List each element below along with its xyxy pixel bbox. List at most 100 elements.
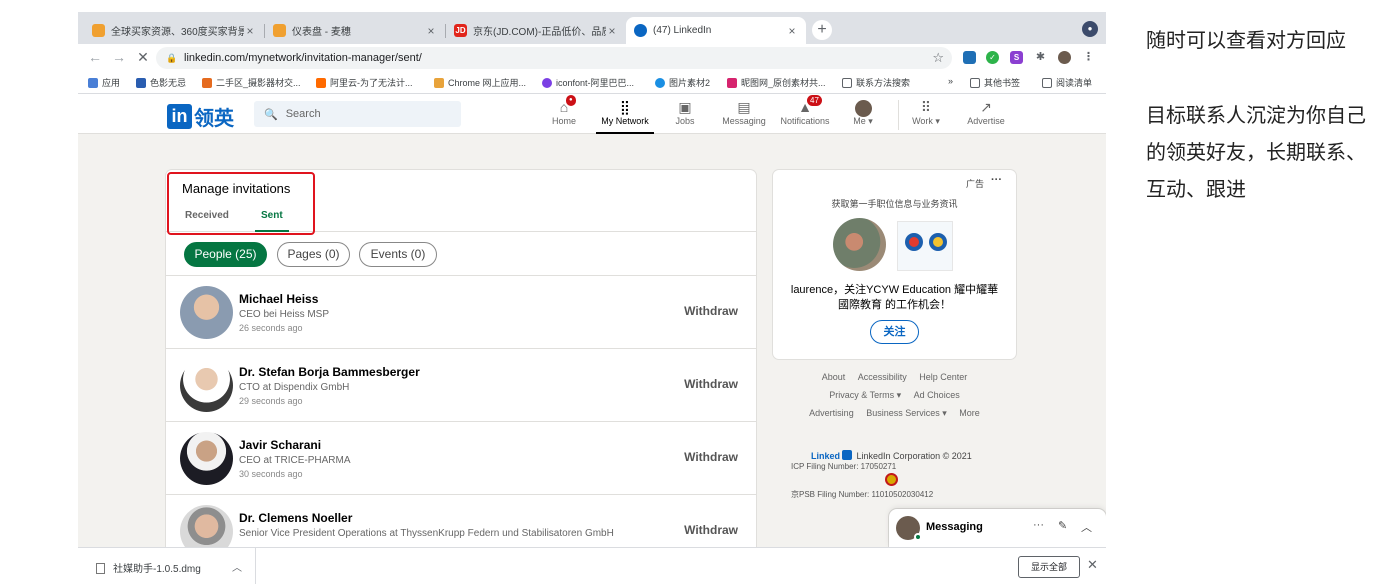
tab-dashboard[interactable]: 仪表盘 - 麦穗 × bbox=[265, 17, 446, 44]
stop-icon[interactable]: ✕ bbox=[134, 49, 152, 66]
bookmark-item[interactable]: iconfont-阿里巴巴... bbox=[542, 76, 634, 89]
footer-link-about[interactable]: About bbox=[822, 372, 846, 382]
footer-row: Advertising Business Services ▾ More bbox=[773, 408, 1016, 419]
tab-search-icon[interactable]: ● bbox=[1082, 21, 1098, 37]
nav-jobs[interactable]: ▣ Jobs bbox=[670, 98, 700, 134]
search-input[interactable]: 🔍 Search bbox=[254, 101, 461, 127]
address-bar: ← → ✕ 🔒 linkedin.com/mynetwork/invitatio… bbox=[78, 44, 1106, 72]
url-input[interactable]: 🔒 linkedin.com/mynetwork/invitation-mana… bbox=[156, 47, 952, 69]
bookmark-item[interactable]: 昵图网_原创素材共... bbox=[727, 76, 826, 89]
browser-window: 全球买家资源、360度买家背景 × 仪表盘 - 麦穗 × JD 京东(JD.CO… bbox=[78, 12, 1106, 584]
invitee-name[interactable]: Michael Heiss bbox=[239, 292, 318, 306]
filter-events[interactable]: Events (0) bbox=[359, 242, 437, 267]
ycyw-logo[interactable] bbox=[897, 221, 953, 271]
filter-pages[interactable]: Pages (0) bbox=[277, 242, 350, 267]
slide: 全球买家资源、360度买家背景 × 仪表盘 - 麦穗 × JD 京东(JD.CO… bbox=[0, 0, 1398, 584]
avatar bbox=[833, 218, 886, 271]
forward-icon[interactable]: → bbox=[110, 49, 128, 65]
close-icon[interactable]: × bbox=[425, 24, 437, 38]
footer-link-privacy[interactable]: Privacy & Terms ▾ bbox=[829, 390, 901, 400]
bookmark-apps[interactable]: 应用 bbox=[88, 76, 120, 89]
download-item[interactable]: 社媒助手-1.0.5.dmg bbox=[96, 560, 201, 575]
chat-icon: ▤ bbox=[737, 99, 751, 115]
nav-home[interactable]: ⌂ ● Home bbox=[548, 95, 580, 134]
caption-heading: 随时可以查看对方回应 bbox=[1146, 30, 1346, 52]
nav-work[interactable]: ⠿ Work ▾ bbox=[906, 98, 946, 134]
footer-row: About Accessibility Help Center bbox=[773, 372, 1016, 382]
invitee-occupation: Senior Vice President Operations at Thys… bbox=[239, 528, 614, 539]
tab-buyer[interactable]: 全球买家资源、360度买家背景 × bbox=[84, 17, 265, 44]
invitee-occupation: CEO bei Heiss MSP bbox=[239, 309, 330, 320]
new-tab-button[interactable]: + bbox=[812, 20, 832, 40]
puzzle-icon[interactable]: ✱ bbox=[1034, 51, 1047, 64]
download-bar: 社媒助手-1.0.5.dmg ︿ 显示全部 ✕ bbox=[78, 547, 1106, 584]
avatar[interactable] bbox=[180, 286, 233, 339]
linkedin-logo[interactable]: in 领英 bbox=[167, 102, 234, 131]
bookmark-item[interactable]: 二手区_摄影器材交... bbox=[202, 76, 301, 89]
messaging-label: Messaging bbox=[926, 521, 983, 533]
avatar[interactable] bbox=[180, 432, 233, 485]
tab-favicon bbox=[273, 24, 286, 37]
show-all-button[interactable]: 显示全部 bbox=[1018, 556, 1080, 578]
more-icon[interactable]: ··· bbox=[1033, 519, 1044, 531]
tab-linkedin[interactable]: (47) LinkedIn × bbox=[626, 17, 806, 44]
withdraw-button[interactable]: Withdraw bbox=[684, 523, 738, 537]
footer-link-advertising[interactable]: Advertising bbox=[809, 408, 854, 418]
nav-advertise[interactable]: ↗ Advertise bbox=[962, 98, 1010, 134]
menu-dots-icon[interactable]: ⋮ bbox=[1082, 51, 1095, 64]
nav-notifications[interactable]: ▲ 47 Notifications bbox=[777, 95, 833, 134]
invitee-occupation: CTO at Dispendix GmbH bbox=[239, 382, 350, 393]
nav-me[interactable]: Me ▾ bbox=[848, 98, 878, 134]
bookmark-icon bbox=[202, 77, 212, 88]
ad-more-icon[interactable]: ··· bbox=[991, 174, 1002, 186]
invitee-name[interactable]: Javir Scharani bbox=[239, 438, 321, 452]
invitation-row: Javir Scharani CEO at TRICE-PHARMA 30 se… bbox=[166, 422, 756, 495]
chevron-up-icon[interactable]: ︿ bbox=[232, 559, 242, 574]
extension-icon[interactable]: S bbox=[1010, 51, 1023, 64]
bookmark-item[interactable]: 阿里云-为了无法计... bbox=[316, 76, 413, 89]
tab-title: 仪表盘 - 麦穗 bbox=[292, 27, 351, 38]
tab-jd[interactable]: JD 京东(JD.COM)-正品低价、品质 × bbox=[446, 17, 626, 44]
extension-icon[interactable]: ✓ bbox=[986, 51, 999, 64]
bookmark-item[interactable]: Chrome 网上应用... bbox=[434, 76, 526, 89]
tab-title: (47) LinkedIn bbox=[653, 25, 712, 36]
close-icon[interactable]: ✕ bbox=[1087, 557, 1098, 573]
nav-messaging[interactable]: ▤ Messaging bbox=[720, 98, 768, 134]
close-icon[interactable]: × bbox=[786, 24, 798, 38]
footer-link-help[interactable]: Help Center bbox=[919, 372, 967, 382]
footer-link-ad-choices[interactable]: Ad Choices bbox=[914, 390, 960, 400]
back-icon[interactable]: ← bbox=[86, 49, 104, 65]
bookmark-icon bbox=[434, 77, 444, 88]
reading-list[interactable]: 阅读清单 bbox=[1042, 76, 1092, 89]
close-icon[interactable]: × bbox=[244, 24, 256, 38]
ad-label: 广告 bbox=[965, 179, 984, 189]
footer-link-accessibility[interactable]: Accessibility bbox=[858, 372, 907, 382]
bookmark-star-icon[interactable]: ☆ bbox=[932, 50, 944, 66]
filter-pills: People (25) Pages (0) Events (0) bbox=[166, 232, 756, 276]
bookmark-folder[interactable]: 其他书签 bbox=[970, 76, 1020, 89]
messaging-panel[interactable]: Messaging ··· ✎ ︿ bbox=[889, 509, 1106, 547]
footer-link-business[interactable]: Business Services ▾ bbox=[866, 408, 947, 418]
avatar[interactable] bbox=[180, 359, 233, 412]
profile-avatar-icon[interactable] bbox=[1058, 51, 1071, 64]
compose-icon[interactable]: ✎ bbox=[1058, 519, 1067, 532]
follow-button[interactable]: 关注 bbox=[870, 320, 919, 344]
invitee-name[interactable]: Dr. Clemens Noeller bbox=[239, 511, 352, 525]
bookmarks-overflow[interactable]: » bbox=[948, 76, 953, 86]
nav-my-network[interactable]: ⣿ My Network bbox=[596, 98, 654, 134]
withdraw-button[interactable]: Withdraw bbox=[684, 304, 738, 318]
extension-icon[interactable] bbox=[963, 51, 976, 64]
footer-link-more[interactable]: More bbox=[959, 408, 980, 418]
withdraw-button[interactable]: Withdraw bbox=[684, 450, 738, 464]
chevron-up-icon[interactable]: ︿ bbox=[1081, 519, 1092, 535]
filter-people[interactable]: People (25) bbox=[184, 242, 267, 267]
tab-bar: 全球买家资源、360度买家背景 × 仪表盘 - 麦穗 × JD 京东(JD.CO… bbox=[78, 12, 1106, 44]
file-icon bbox=[96, 563, 105, 574]
divider bbox=[255, 548, 256, 584]
invitee-name[interactable]: Dr. Stefan Borja Bammesberger bbox=[239, 365, 420, 379]
close-icon[interactable]: × bbox=[606, 24, 618, 38]
bookmark-folder[interactable]: 联系方法搜索 bbox=[842, 76, 910, 89]
withdraw-button[interactable]: Withdraw bbox=[684, 377, 738, 391]
bookmark-item[interactable]: 色影无忌 bbox=[136, 76, 186, 89]
bookmark-item[interactable]: 图片素材2 bbox=[655, 76, 710, 89]
